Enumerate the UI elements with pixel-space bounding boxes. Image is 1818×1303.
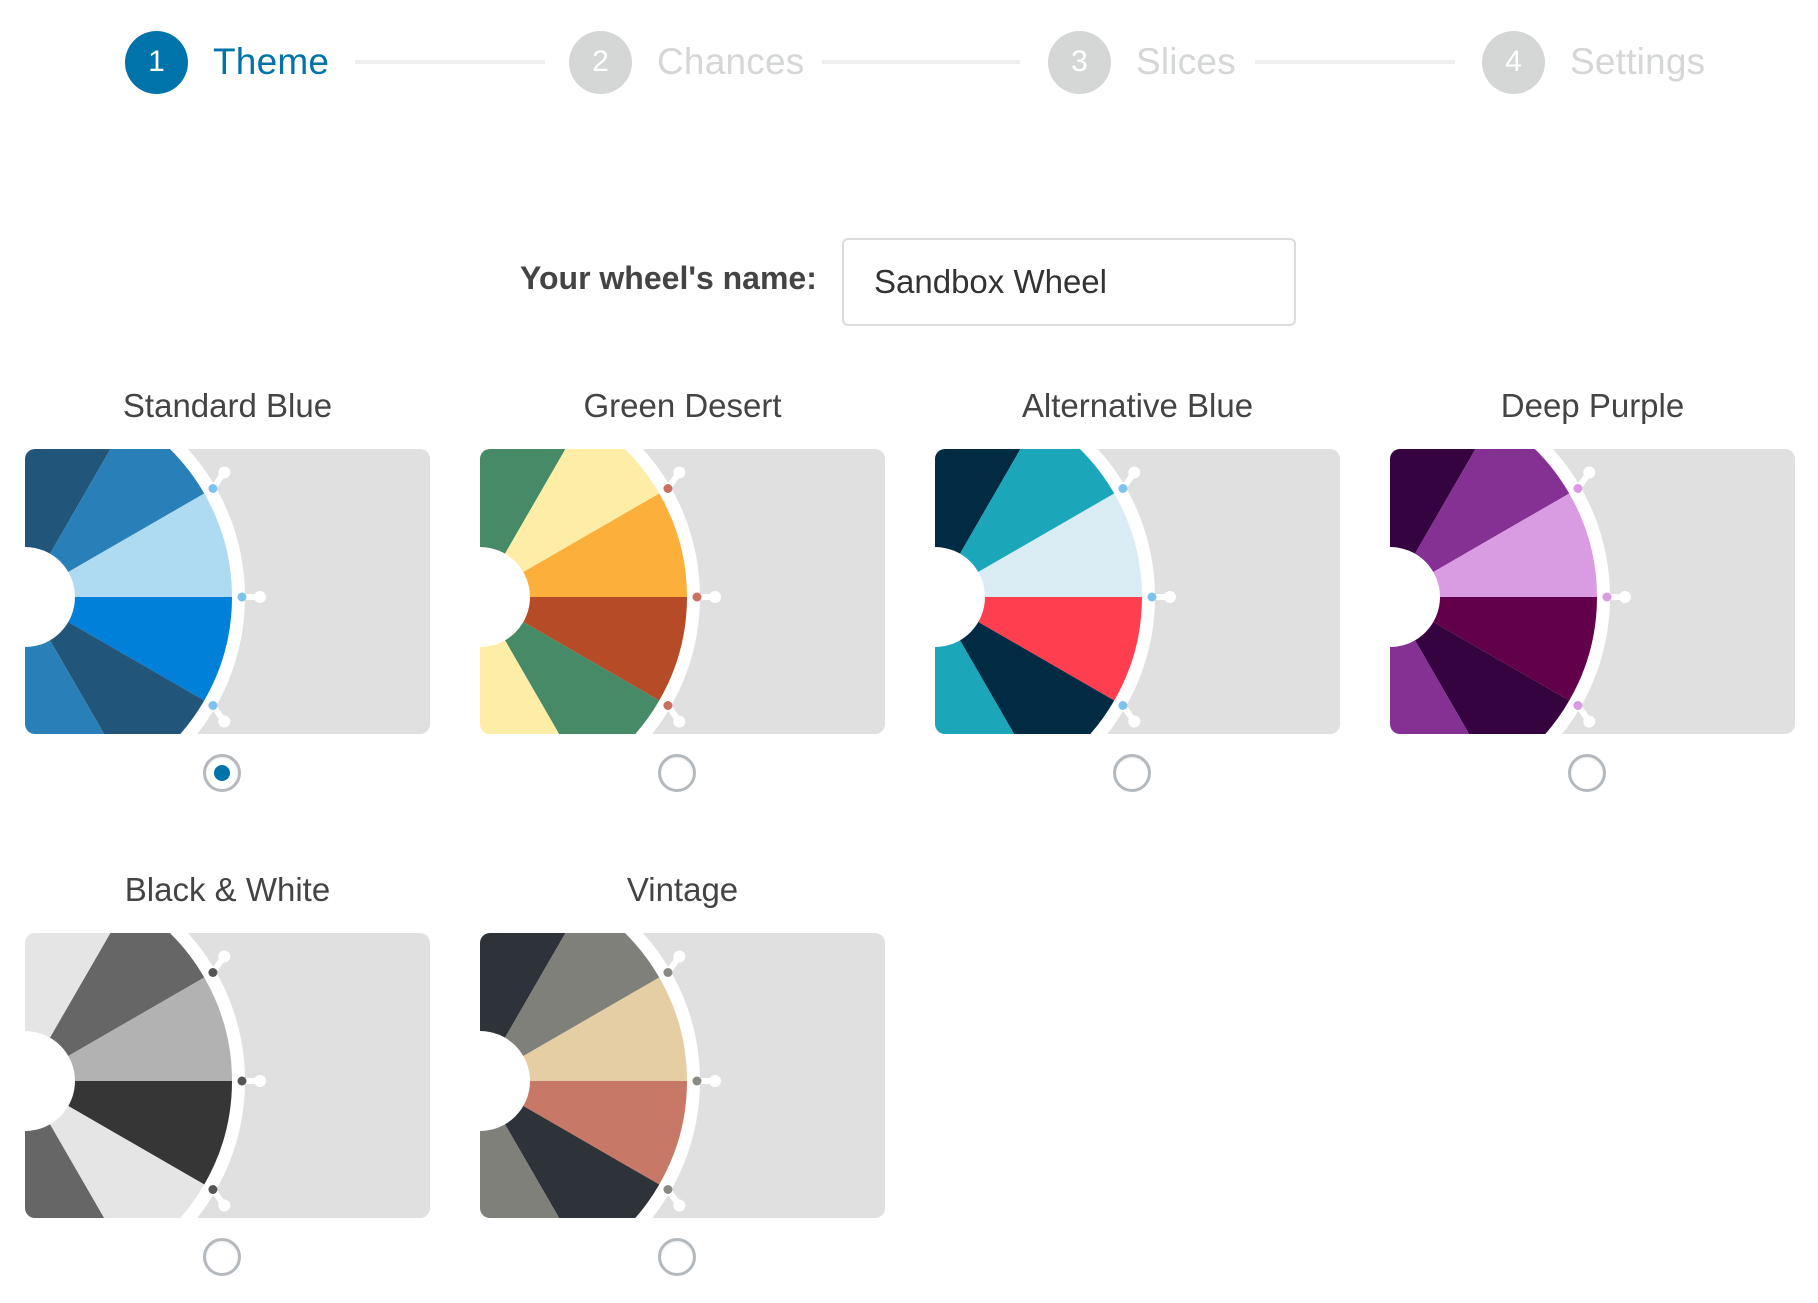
wheel-peg [663, 701, 673, 710]
step-number: 3 [1048, 30, 1111, 94]
theme-title: Deep Purple [1500, 387, 1685, 424]
wheel-peg-knob [673, 715, 686, 728]
theme-title: Standard Blue [122, 387, 333, 424]
wheel-peg-knob [709, 1075, 721, 1087]
wheel-peg-knob [1583, 715, 1596, 728]
wheel-peg-knob [1128, 466, 1141, 479]
wheel-peg [1573, 701, 1583, 710]
theme-radio[interactable] [658, 754, 696, 792]
wheel-name-row: Your wheel's name: [0, 238, 1818, 328]
theme-preview-card[interactable] [480, 933, 885, 1218]
step-label: Settings [1570, 41, 1706, 82]
wheel-peg-knob [218, 950, 231, 963]
wheel-peg [208, 1185, 218, 1194]
wheel-peg-knob [673, 1199, 686, 1212]
wheel-preview [480, 449, 721, 734]
wheel-peg-knob [1619, 591, 1631, 603]
theme-preview-card[interactable] [25, 933, 430, 1218]
wheel-name-label: Your wheel's name: [520, 260, 817, 296]
theme-radio[interactable] [203, 754, 241, 792]
step-chances[interactable]: 2 Chances [569, 30, 804, 94]
step-connector [355, 60, 545, 64]
theme-title: Vintage [626, 871, 739, 908]
wheel-peg [1573, 484, 1583, 493]
step-number: 4 [1482, 30, 1545, 94]
wheel-preview [935, 449, 1176, 734]
wheel-peg [237, 1076, 247, 1086]
wheel-peg [208, 968, 218, 977]
wheel-peg [692, 1076, 702, 1086]
wheel-peg-knob [673, 950, 686, 963]
wheel-peg-knob [254, 1075, 266, 1087]
step-label: Slices [1136, 41, 1236, 82]
wheel-peg [208, 701, 218, 710]
wheel-preview [25, 933, 266, 1218]
theme-preview-card[interactable] [480, 449, 885, 734]
step-number: 2 [569, 30, 632, 94]
wheel-peg [692, 592, 702, 602]
wheel-peg-knob [1583, 466, 1596, 479]
step-connector [822, 60, 1020, 64]
wizard-stepper: 1 Theme 2 Chances 3 Slices 4 Settings [0, 0, 1818, 130]
theme-title: Black & White [124, 871, 331, 908]
wheel-peg-knob [254, 591, 266, 603]
theme-preview-card[interactable] [935, 449, 1340, 734]
theme-preview-card[interactable] [25, 449, 430, 734]
theme-radio[interactable] [203, 1238, 241, 1276]
wheel-preview [480, 933, 721, 1218]
theme-preview-card[interactable] [1390, 449, 1795, 734]
wheel-peg [1118, 484, 1128, 493]
wheel-peg-knob [1128, 715, 1141, 728]
wheel-peg [237, 592, 247, 602]
wheel-peg-knob [218, 466, 231, 479]
wheel-peg-knob [709, 591, 721, 603]
wheel-name-input[interactable] [842, 238, 1296, 326]
theme-radio[interactable] [1113, 754, 1151, 792]
wheel-peg-knob [218, 715, 231, 728]
wheel-preview [25, 449, 266, 734]
step-slices[interactable]: 3 Slices [1048, 30, 1236, 94]
wheel-peg [1118, 701, 1128, 710]
wheel-preview [1390, 449, 1631, 734]
step-connector [1255, 60, 1455, 64]
theme-title: Green Desert [583, 387, 782, 424]
step-label: Chances [657, 41, 805, 82]
step-settings[interactable]: 4 Settings [1482, 30, 1705, 94]
step-number: 1 [125, 30, 188, 94]
wheel-peg [208, 484, 218, 493]
theme-radio[interactable] [658, 1238, 696, 1276]
wheel-peg-knob [1164, 591, 1176, 603]
wheel-peg [663, 484, 673, 493]
step-label: Theme [213, 41, 330, 82]
wheel-peg [663, 968, 673, 977]
wheel-peg-knob [673, 466, 686, 479]
wheel-peg-knob [218, 1199, 231, 1212]
theme-radio[interactable] [1568, 754, 1606, 792]
step-theme[interactable]: 1 Theme [125, 30, 329, 94]
theme-title: Alternative Blue [1021, 387, 1254, 424]
wheel-peg [663, 1185, 673, 1194]
wheel-peg [1147, 592, 1157, 602]
wheel-peg [1602, 592, 1612, 602]
radio-dot [214, 765, 230, 781]
